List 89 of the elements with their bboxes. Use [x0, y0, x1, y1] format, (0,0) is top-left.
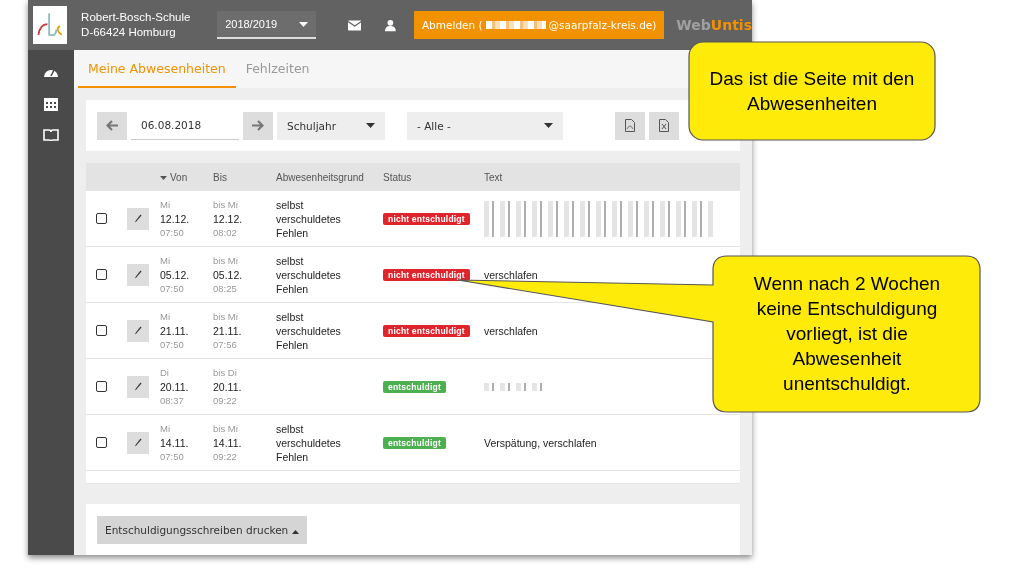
time-label: 08:25: [213, 281, 238, 296]
arrow-right-icon: [252, 120, 264, 131]
date-label: 05.12.: [160, 267, 191, 282]
school-logo: [33, 6, 68, 44]
pencil-icon: [134, 214, 142, 223]
weekday-label: bis Mi: [213, 421, 239, 436]
weekday-label: Di: [160, 365, 170, 380]
weekday-label: bis Mi: [213, 253, 239, 268]
time-label: 09:22: [213, 449, 238, 464]
dropdown-caret-icon: [298, 21, 308, 27]
date-label: 14.11.: [213, 435, 243, 450]
date-label: 21.11.: [213, 323, 243, 338]
weekday-label: bis Mi: [213, 197, 239, 212]
redacted-email: [485, 21, 546, 29]
date-label: 12.12.: [160, 211, 191, 226]
time-label: 07:56: [213, 337, 238, 352]
status-badge: entschuldigt: [383, 436, 446, 449]
next-button[interactable]: [243, 111, 273, 140]
excel-export-button[interactable]: [649, 111, 679, 140]
edit-button[interactable]: [127, 431, 149, 454]
absence-text: Verspätung, verschlafen: [484, 436, 597, 449]
row-checkbox[interactable]: [95, 325, 107, 336]
column-header[interactable]: Von: [160, 172, 188, 184]
dropdown-caret-icon: [366, 123, 375, 128]
edit-button[interactable]: [127, 207, 149, 230]
row-checkbox[interactable]: [95, 213, 107, 224]
arrow-left-icon: [106, 120, 118, 131]
sort-caret-icon: [160, 175, 167, 180]
school-year-dropdown[interactable]: 2018/2019: [217, 11, 316, 39]
date-label: 20.11.: [160, 379, 190, 394]
time-label: 07:50: [160, 281, 185, 296]
absence-reason: selbst verschuldetes Fehlen: [276, 197, 342, 240]
weekday-label: Mi: [160, 253, 172, 268]
user-icon[interactable]: [385, 18, 396, 32]
book-icon[interactable]: [43, 129, 59, 141]
date-label: 12.12.: [213, 211, 244, 226]
print-excuse-button[interactable]: Entschuldigungsschreiben drucken: [97, 515, 307, 544]
calendar-icon[interactable]: [44, 96, 58, 111]
dropdown-caret-icon: [544, 123, 553, 128]
weekday-label: Mi: [160, 197, 172, 212]
absence-text: verschlafen: [484, 268, 538, 281]
time-label: 07:50: [160, 449, 185, 464]
column-header: Abwesenheitsgrund: [276, 171, 364, 183]
column-header: Bis: [213, 171, 227, 183]
previous-button[interactable]: [97, 111, 127, 140]
mail-icon[interactable]: [347, 19, 362, 31]
absence-reason: selbst verschuldetes Fehlen: [276, 309, 342, 352]
pencil-icon: [134, 326, 142, 335]
row-checkbox[interactable]: [95, 269, 107, 280]
callout-text: Das ist die Seite mit den Abwesenheiten: [708, 67, 916, 116]
weekday-label: Mi: [160, 309, 172, 324]
weekday-label: bis Mi: [213, 309, 239, 324]
date-label: 21.11.: [160, 323, 190, 338]
status-dropdown[interactable]: - Alle -: [407, 111, 563, 140]
time-label: 09:22: [213, 393, 238, 408]
date-label: 14.11.: [160, 435, 190, 450]
time-label: 07:50: [160, 337, 185, 352]
absence-reason: selbst verschuldetes Fehlen: [276, 253, 342, 296]
time-label: 07:50: [160, 225, 185, 240]
school-address: D-66424 Homburg: [81, 25, 177, 40]
period-dropdown[interactable]: Schuljahr: [277, 111, 385, 140]
status-badge: nicht entschuldigt: [383, 324, 470, 337]
row-checkbox[interactable]: [95, 437, 107, 448]
callout-text: Wenn nach 2 Wochen keine Entschuldigung vorliegt, ist die Abwesenheit unentschuldigt.: [752, 272, 942, 396]
edit-button[interactable]: [127, 375, 149, 398]
date-label: 20.11.: [213, 379, 243, 394]
date-label: 05.12.: [213, 267, 244, 282]
weekday-label: Mi: [160, 421, 172, 436]
status-badge: nicht entschuldigt: [383, 212, 470, 225]
time-label: 08:37: [160, 393, 185, 408]
pencil-icon: [134, 382, 142, 391]
status-badge: entschuldigt: [383, 380, 446, 393]
pencil-icon: [134, 270, 142, 279]
webuntis-logo: WebUntis: [676, 17, 752, 33]
school-name: Robert-Bosch-Schule: [81, 10, 192, 25]
edit-button[interactable]: [127, 263, 149, 286]
edit-button[interactable]: [127, 319, 149, 342]
caret-up-icon: [291, 529, 299, 534]
row-checkbox[interactable]: [95, 381, 107, 392]
absence-text: verschlafen: [484, 324, 538, 337]
column-header: Text: [484, 171, 503, 183]
pencil-icon: [134, 438, 142, 447]
column-header: Status: [383, 171, 412, 183]
pdf-export-button[interactable]: [615, 111, 645, 140]
excel-file-icon: [659, 119, 669, 132]
time-label: 08:02: [213, 225, 238, 240]
weekday-label: bis Di: [213, 365, 238, 380]
absence-reason: selbst verschuldetes Fehlen: [276, 421, 342, 464]
pdf-file-icon: [625, 119, 635, 132]
